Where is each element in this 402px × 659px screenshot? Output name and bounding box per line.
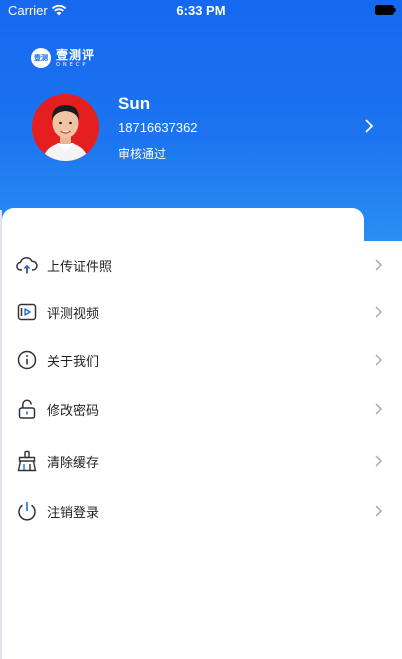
chevron-right-icon — [375, 403, 383, 415]
menu-item-label: 上传证件照 — [47, 260, 113, 275]
chevron-right-icon — [375, 306, 383, 318]
menu-item-change-password[interactable]: 修改密码 — [0, 387, 402, 431]
logo-subtitle: ONECP — [56, 61, 89, 68]
info-icon — [17, 350, 37, 370]
profile-name: Sun — [118, 94, 151, 113]
battery-icon — [375, 5, 396, 15]
chevron-right-icon[interactable] — [363, 118, 375, 134]
chevron-right-icon — [375, 505, 383, 517]
menu-item-upload-photo[interactable]: 上传证件照 — [0, 243, 402, 287]
menu-item-about-us[interactable]: 关于我们 — [0, 338, 402, 382]
logo-badge: 壹测 — [31, 48, 51, 68]
profile-status: 审核通过 — [118, 147, 167, 161]
menu-item-review-video[interactable]: 评测视频 — [0, 290, 402, 334]
app-logo: 壹测 壹测评 ONECP — [31, 48, 95, 68]
lock-icon — [18, 399, 36, 419]
cloud-upload-icon — [16, 256, 38, 274]
chevron-right-icon — [375, 259, 383, 271]
logo-name: 壹测评 — [56, 47, 96, 62]
status-bar: Carrier 6:33 PM — [0, 0, 402, 20]
chevron-right-icon — [375, 455, 383, 467]
menu-item-label: 修改密码 — [47, 404, 100, 419]
clock: 6:33 PM — [176, 3, 226, 18]
menu-item-label: 清除缓存 — [47, 456, 100, 471]
menu-item-label: 关于我们 — [47, 355, 100, 370]
profile-phone: 18716637362 — [118, 120, 198, 135]
menu-item-label: 评测视频 — [47, 307, 100, 322]
menu-item-logout[interactable]: 注销登录 — [0, 489, 402, 533]
video-icon — [17, 303, 37, 321]
avatar[interactable] — [32, 94, 99, 161]
menu-item-clear-cache[interactable]: 清除缓存 — [0, 439, 402, 483]
broom-icon — [17, 450, 37, 472]
avatar-photo — [32, 94, 99, 161]
power-icon — [18, 502, 36, 521]
chevron-right-icon — [375, 354, 383, 366]
menu-item-label: 注销登录 — [47, 506, 100, 521]
